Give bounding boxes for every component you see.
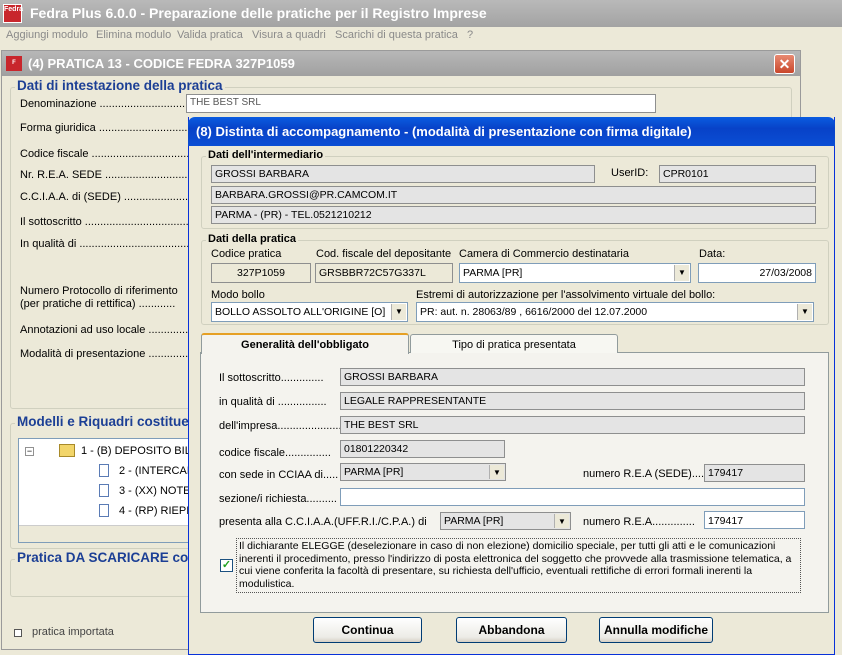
rea-input[interactable]: 179417 [704,511,805,529]
menu-visura-quadri[interactable]: Visura a quadri [252,29,326,41]
presenta-label: presenta alla C.C.I.A.A.(UFF.R.I./C.P.A.… [219,516,427,528]
sezione-label: sezione/i richiesta.......... [219,493,337,505]
collapse-icon[interactable]: − [25,447,34,456]
modo-bollo-select[interactable]: BOLLO ASSOLTO ALL'ORIGINE [O] ▼ [211,302,408,322]
denominazione-input[interactable]: THE BEST SRL [186,94,656,113]
annulla-modifiche-button[interactable]: Annulla modifiche [599,617,713,643]
label-protocollo-2: (per pratiche di rettifica) ............ [20,298,176,310]
data-label: Data: [699,248,726,260]
intestazione-title: Dati di intestazione della pratica [15,78,225,93]
address-field: PARMA - (PR) - TEL.0521210212 [211,206,816,224]
modelli-tree[interactable]: − 1 - (B) DEPOSITO BILA 2 - (INTERCAL 3 … [18,438,194,543]
userid-field: CPR0101 [659,165,816,183]
elegge-checkbox[interactable]: ✓ [220,559,233,572]
label-rea-sede: Nr. R.E.A. SEDE ........................… [20,169,209,181]
estremi-select[interactable]: PR: aut. n. 28063/89 , 6616/2000 del 12.… [416,302,814,322]
estremi-label: Estremi di autorizzazione per l'assolvim… [416,289,716,301]
sezione-input[interactable] [340,488,805,506]
impresa-label: dell'impresa..................... [219,420,342,432]
data-input[interactable]: 27/03/2008 [698,263,816,283]
sottoscritto-field: GROSSI BARBARA [340,368,805,386]
label-codice-fiscale: Codice fiscale .........................… [20,148,205,160]
userid-label: UserID: [611,167,649,179]
sede-label: con sede in CCIAA di..... [219,469,339,481]
document-icon [99,464,109,477]
modo-bollo-label: Modo bollo [211,289,265,301]
chevron-down-icon[interactable]: ▼ [797,304,812,320]
menu-aggiungi-modulo[interactable]: Aggiungi modulo [6,29,88,41]
rea-label: numero R.E.A.............. [583,516,695,528]
importata-label: pratica importata [32,626,114,638]
intermediario-title: Dati dell'intermediario [206,149,326,161]
fedra-small-logo-icon: F [6,56,22,71]
menu-elimina-modulo[interactable]: Elimina modulo [96,29,171,41]
menu-help[interactable]: ? [467,29,473,41]
abbandona-button[interactable]: Abbandona [456,617,567,643]
presenta-select[interactable]: PARMA [PR] ▼ [440,512,571,530]
chevron-down-icon[interactable]: ▼ [489,465,504,479]
document-icon [99,484,109,497]
label-forma-giuridica: Forma giuridica ........................… [20,122,203,134]
chevron-down-icon[interactable]: ▼ [674,265,689,281]
email-field: BARBARA.GROSSI@PR.CAMCOM.IT [211,186,816,204]
camera-label: Camera di Commercio destinataria [459,248,629,260]
cf-depositante-field: GRSBBR72C57G337L [315,263,453,283]
app-title: Fedra Plus 6.0.0 - Preparazione delle pr… [30,5,487,21]
tree-item-2[interactable]: 2 - (INTERCAL [119,465,193,477]
dati-pratica-title: Dati della pratica [206,233,299,245]
app-title-bar: Fedra Plus 6.0.0 - Preparazione delle pr… [0,0,842,27]
camera-select[interactable]: PARMA [PR] ▼ [459,263,691,283]
rea-sede-label: numero R.E.A (SEDE)..... [583,468,708,480]
importata-checkbox[interactable] [14,629,22,637]
tree-item-3[interactable]: 3 - (XX) NOTE [119,485,191,497]
label-annotazioni: Annotazioni ad uso locale ..............… [20,324,195,336]
label-sottoscritto: Il sottoscritto ........................… [20,216,204,228]
continua-button[interactable]: Continua [313,617,422,643]
sottoscritto-label: Il sottoscritto.............. [219,372,324,384]
menu-bar: Aggiungi modulo Elimina modulo Valida pr… [0,27,842,46]
label-qualita: In qualità di ..........................… [20,238,208,250]
fedra-logo-icon: Fedra [3,4,23,23]
label-protocollo: Numero Protocollo di riferimento [20,285,178,297]
modelli-title: Modelli e Riquadri costituenti [15,414,208,429]
tree-item-4[interactable]: 4 - (RP) RIEPI [119,505,189,517]
menu-scarichi[interactable]: Scarichi di questa pratica [335,29,458,41]
impresa-field: THE BEST SRL [340,416,805,434]
codice-pratica-field: 327P1059 [211,263,311,283]
tree-item-1[interactable]: 1 - (B) DEPOSITO BILA [81,445,193,457]
qualita-label: in qualità di ................ [219,396,327,408]
scaricare-title: Pratica DA SCARICARE con [15,550,199,565]
document-icon [99,504,109,517]
label-denominazione: Denominazione ..........................… [20,98,207,110]
intermediario-name-field: GROSSI BARBARA [211,165,595,183]
chevron-down-icon[interactable]: ▼ [391,304,406,320]
cf-depositante-label: Cod. fiscale del depositante [316,248,452,260]
label-cciaa-sede: C.C.I.A.A. di (SEDE) ...................… [20,191,204,203]
menu-valida-pratica[interactable]: Valida pratica [177,29,243,41]
pratica-window-title: (4) PRATICA 13 - CODICE FEDRA 327P1059 [2,51,800,76]
tab-tipo-pratica[interactable]: Tipo di pratica presentata [410,334,618,353]
label-modalita: Modalità di presentazione ............. [20,348,189,360]
close-icon[interactable]: ✕ [774,54,795,74]
chevron-down-icon[interactable]: ▼ [554,514,569,528]
tree-horizontal-scrollbar[interactable] [19,525,193,542]
cf-obbligato-label: codice fiscale............... [219,447,331,459]
rea-sede-field: 179417 [704,464,805,482]
codice-pratica-label: Codice pratica [211,248,282,260]
elegge-text: Il dichiarante ELEGGE (deselezionare in … [236,538,801,593]
qualita-field: LEGALE RAPPRESENTANTE [340,392,805,410]
sede-select[interactable]: PARMA [PR] ▼ [340,463,506,481]
dialog-title: (8) Distinta di accompagnamento - (modal… [188,117,835,146]
tab-generalita[interactable]: Generalità dell'obbligato [201,333,409,354]
folder-icon [59,444,75,457]
cf-obbligato-field: 01801220342 [340,440,505,458]
